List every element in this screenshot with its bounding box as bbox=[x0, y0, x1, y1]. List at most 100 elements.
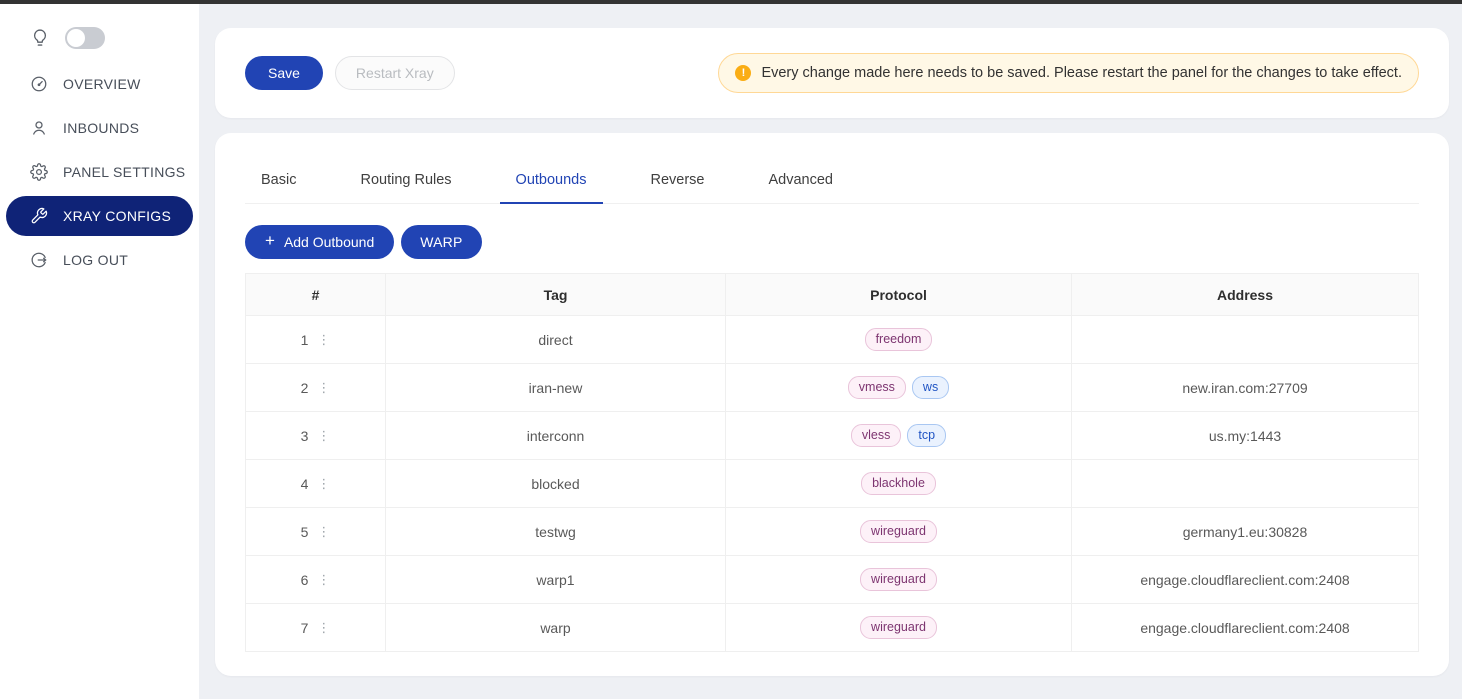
row-number-wrap: 4⋮ bbox=[301, 476, 331, 492]
protocol-badge: ws bbox=[912, 376, 949, 399]
table-row: 6⋮warp1wireguardengage.cloudflareclient.… bbox=[246, 556, 1419, 604]
outbound-tag: blocked bbox=[386, 460, 726, 508]
protocol-cell: wireguard bbox=[726, 556, 1072, 604]
toggle-knob bbox=[67, 29, 85, 47]
sidebar-item-label: INBOUNDS bbox=[63, 120, 139, 136]
dark-mode-toggle[interactable] bbox=[65, 27, 105, 49]
config-tabs: Basic Routing Rules Outbounds Reverse Ad… bbox=[245, 159, 1419, 204]
table-body: 1⋮directfreedom2⋮iran-newvmesswsnew.iran… bbox=[246, 316, 1419, 652]
tab-reverse[interactable]: Reverse bbox=[635, 159, 721, 203]
outbound-address: new.iran.com:27709 bbox=[1072, 364, 1419, 412]
table-row: 2⋮iran-newvmesswsnew.iran.com:27709 bbox=[246, 364, 1419, 412]
outbound-tag: iran-new bbox=[386, 364, 726, 412]
row-number-cell: 6⋮ bbox=[246, 556, 386, 604]
protocol-badge: freedom bbox=[865, 328, 933, 351]
user-icon bbox=[30, 119, 48, 137]
protocol-badge: vless bbox=[851, 424, 901, 447]
sidebar-item-log-out[interactable]: LOG OUT bbox=[6, 240, 193, 280]
save-button[interactable]: Save bbox=[245, 56, 323, 90]
tab-outbounds[interactable]: Outbounds bbox=[500, 159, 603, 203]
warning-alert: ! Every change made here needs to be sav… bbox=[718, 53, 1419, 93]
row-number: 7 bbox=[301, 620, 309, 636]
protocol-cell: wireguard bbox=[726, 604, 1072, 652]
sidebar-item-label: LOG OUT bbox=[63, 252, 128, 268]
protocol-badge: wireguard bbox=[860, 568, 937, 591]
column-header-tag: Tag bbox=[386, 274, 726, 316]
dashboard-icon bbox=[30, 75, 48, 93]
outbounds-table: # Tag Protocol Address 1⋮directfreedom2⋮… bbox=[245, 273, 1419, 652]
table-header-row: # Tag Protocol Address bbox=[246, 274, 1419, 316]
sidebar-item-label: PANEL SETTINGS bbox=[63, 164, 185, 180]
protocol-cell: freedom bbox=[726, 316, 1072, 364]
table-row: 1⋮ direct freedom bbox=[246, 316, 1419, 364]
sidebar-item-inbounds[interactable]: INBOUNDS bbox=[6, 108, 193, 148]
theme-toggle-row bbox=[0, 16, 199, 60]
protocol-badge: wireguard bbox=[860, 616, 937, 639]
row-number-cell: 4⋮ bbox=[246, 460, 386, 508]
row-number: 2 bbox=[301, 380, 309, 396]
outbound-tag: direct bbox=[386, 316, 726, 364]
tab-basic[interactable]: Basic bbox=[245, 159, 312, 203]
sidebar-item-panel-settings[interactable]: PANEL SETTINGS bbox=[6, 152, 193, 192]
row-number-wrap: 7⋮ bbox=[301, 620, 331, 636]
tab-advanced[interactable]: Advanced bbox=[753, 159, 850, 203]
outbound-tag: testwg bbox=[386, 508, 726, 556]
row-menu-icon[interactable]: ⋮ bbox=[317, 333, 330, 346]
column-header-number: # bbox=[246, 274, 386, 316]
bulb-icon bbox=[30, 28, 50, 48]
column-header-address: Address bbox=[1072, 274, 1419, 316]
warning-icon: ! bbox=[735, 65, 751, 81]
add-outbound-button[interactable]: + Add Outbound bbox=[245, 225, 394, 259]
outbound-address: engage.cloudflareclient.com:2408 bbox=[1072, 556, 1419, 604]
outbound-actions: + Add Outbound WARP bbox=[245, 225, 1419, 259]
row-number: 5 bbox=[301, 524, 309, 540]
tab-routing-rules[interactable]: Routing Rules bbox=[344, 159, 467, 203]
row-number-wrap: 3⋮ bbox=[301, 428, 331, 444]
row-menu-icon[interactable]: ⋮ bbox=[317, 429, 330, 442]
logout-icon bbox=[30, 251, 48, 269]
row-number: 3 bbox=[301, 428, 309, 444]
table-row: 4⋮ blocked blackhole bbox=[246, 460, 1419, 508]
outbound-address: engage.cloudflareclient.com:2408 bbox=[1072, 604, 1419, 652]
protocol-cell: vmessws bbox=[726, 364, 1072, 412]
protocol-badge: wireguard bbox=[860, 520, 937, 543]
row-number-wrap: 2⋮ bbox=[301, 380, 331, 396]
row-number-cell: 5⋮ bbox=[246, 508, 386, 556]
xray-configs-card: Basic Routing Rules Outbounds Reverse Ad… bbox=[215, 133, 1449, 676]
toolbar-card: Save Restart Xray ! Every change made he… bbox=[215, 28, 1449, 118]
add-outbound-label: Add Outbound bbox=[284, 234, 374, 250]
outbound-tag: warp1 bbox=[386, 556, 726, 604]
plus-icon: + bbox=[265, 231, 275, 251]
row-number-cell: 7⋮ bbox=[246, 604, 386, 652]
protocol-cell: wireguard bbox=[726, 508, 1072, 556]
row-menu-icon[interactable]: ⋮ bbox=[317, 621, 330, 634]
restart-xray-button[interactable]: Restart Xray bbox=[335, 56, 455, 90]
protocol-badge: vmess bbox=[848, 376, 906, 399]
protocol-badge: blackhole bbox=[861, 472, 936, 495]
protocol-cell: vless tcp bbox=[726, 412, 1072, 460]
main-content: Save Restart Xray ! Every change made he… bbox=[199, 4, 1462, 699]
row-number-wrap: 5⋮ bbox=[301, 524, 331, 540]
sidebar-item-overview[interactable]: OVERVIEW bbox=[6, 64, 193, 104]
table-row: 3⋮interconnvlesstcpus.my:1443 bbox=[246, 412, 1419, 460]
row-menu-icon[interactable]: ⋮ bbox=[317, 477, 330, 490]
warp-button[interactable]: WARP bbox=[401, 225, 481, 259]
gear-icon bbox=[30, 163, 48, 181]
column-header-protocol: Protocol bbox=[726, 274, 1072, 316]
row-menu-icon[interactable]: ⋮ bbox=[317, 573, 330, 586]
sidebar-item-xray-configs[interactable]: XRAY CONFIGS bbox=[6, 196, 193, 236]
app-layout: OVERVIEW INBOUNDS PANEL SETTINGS bbox=[0, 0, 1462, 699]
wrench-icon bbox=[30, 207, 48, 225]
protocol-cell: blackhole bbox=[726, 460, 1072, 508]
protocol-badge: tcp bbox=[907, 424, 946, 447]
row-number-cell: 1⋮ bbox=[246, 316, 386, 364]
outbound-address bbox=[1072, 316, 1419, 364]
sidebar: OVERVIEW INBOUNDS PANEL SETTINGS bbox=[0, 4, 199, 699]
row-menu-icon[interactable]: ⋮ bbox=[317, 381, 330, 394]
sidebar-item-label: OVERVIEW bbox=[63, 76, 141, 92]
outbound-tag: warp bbox=[386, 604, 726, 652]
row-menu-icon[interactable]: ⋮ bbox=[317, 525, 330, 538]
outbound-address bbox=[1072, 460, 1419, 508]
row-number-wrap: 1⋮ bbox=[301, 332, 331, 348]
row-number: 6 bbox=[301, 572, 309, 588]
